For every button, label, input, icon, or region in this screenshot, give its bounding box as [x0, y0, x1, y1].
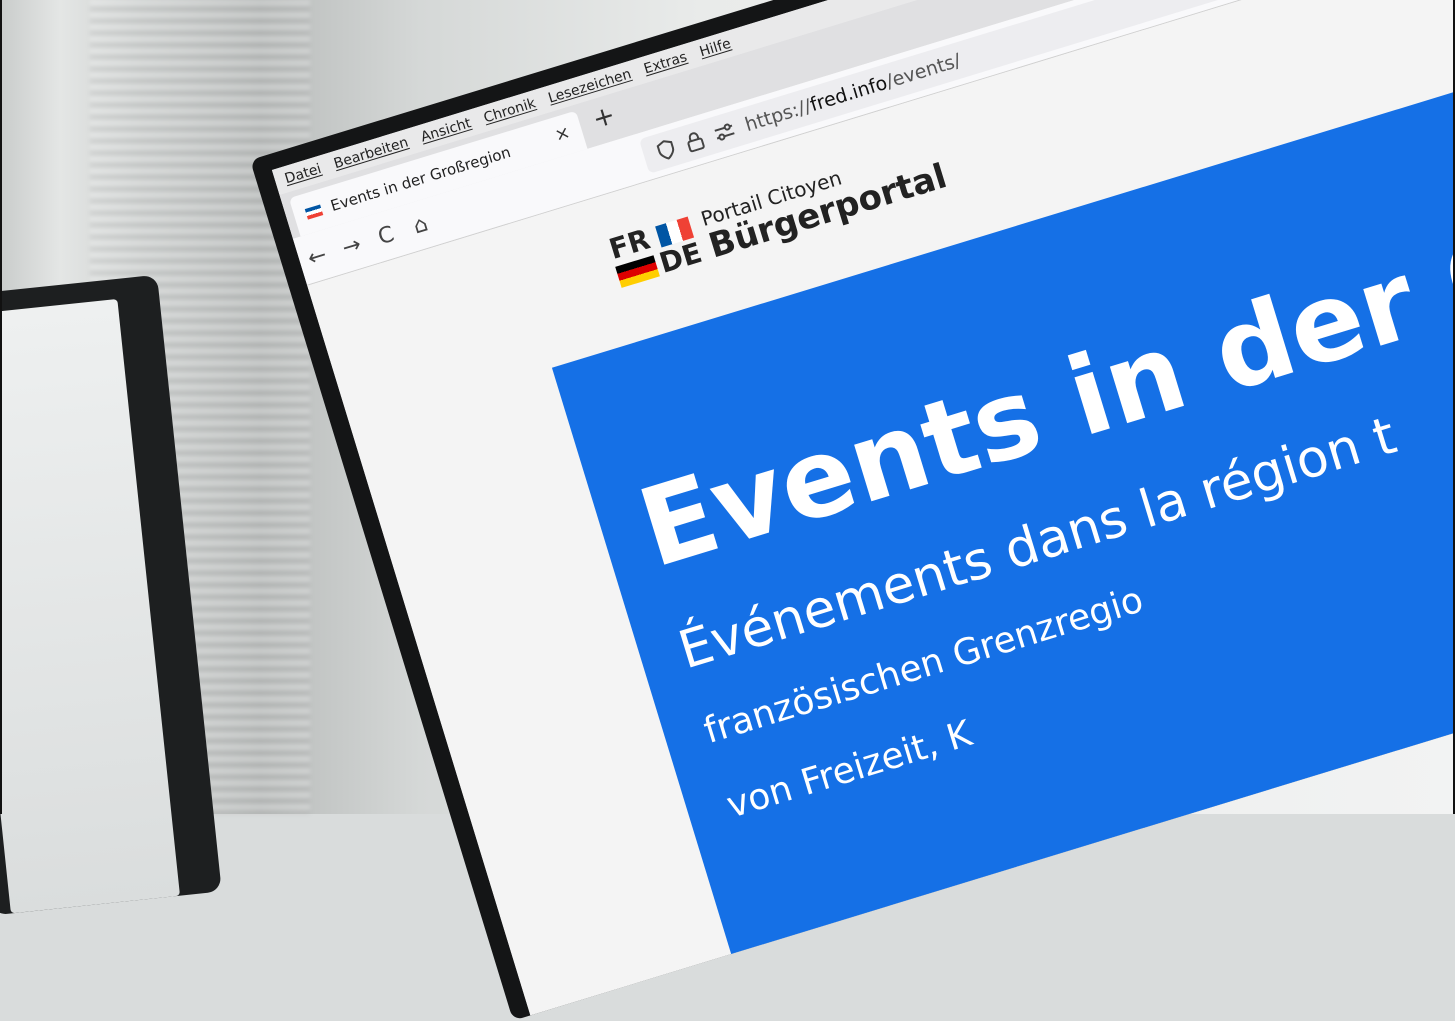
- logo-codes: FR DE: [605, 212, 706, 291]
- lock-icon[interactable]: [683, 129, 706, 153]
- browser-window: Datei Bearbeiten Ansicht Chronik Lesezei…: [271, 0, 1455, 1016]
- home-icon[interactable]: ⌂: [400, 208, 442, 242]
- hero-banner: Events in der G Événements dans la régio…: [551, 46, 1455, 1016]
- logo-text: Portail Citoyen Bürgerportal: [698, 136, 951, 266]
- permissions-icon[interactable]: [713, 121, 737, 142]
- main-monitor: Datei Bearbeiten Ansicht Chronik Lesezei…: [250, 0, 1455, 1021]
- shield-icon[interactable]: [655, 138, 678, 162]
- new-tab-button[interactable]: +: [589, 100, 619, 135]
- close-icon[interactable]: ×: [552, 122, 573, 146]
- logo-de: DE: [655, 235, 706, 280]
- favicon-icon: [304, 203, 324, 220]
- secondary-monitor-screen: [0, 298, 181, 914]
